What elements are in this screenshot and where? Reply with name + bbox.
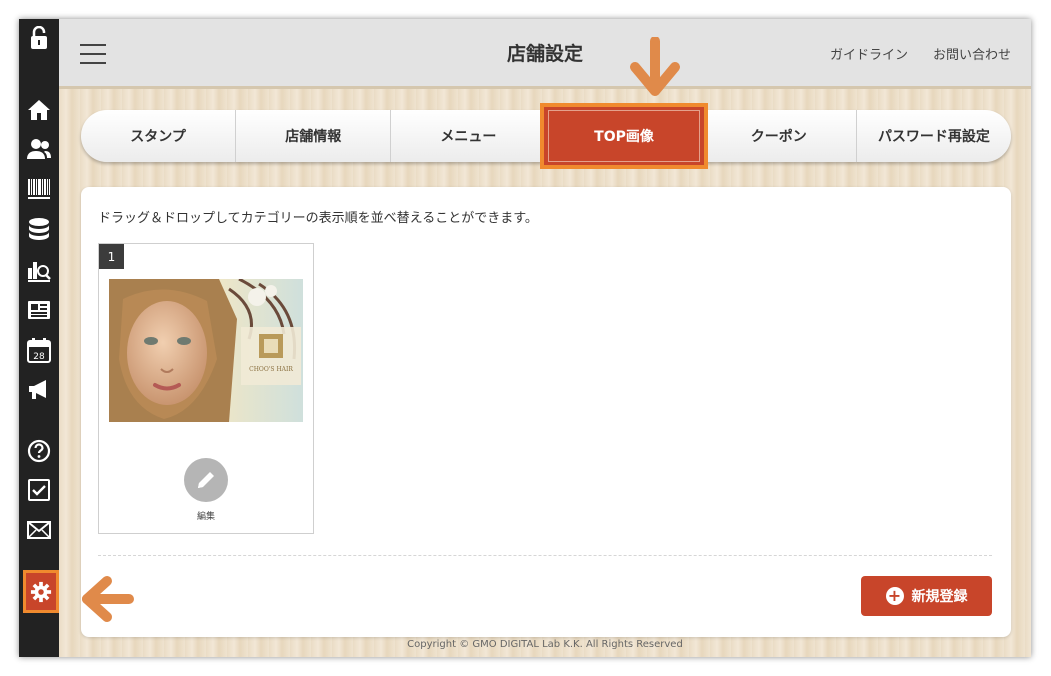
arrow-left-icon xyxy=(82,576,134,622)
tab-store-info[interactable]: 店舗情報 xyxy=(236,110,392,162)
users-icon[interactable] xyxy=(25,135,53,163)
sidebar: 28 xyxy=(19,19,59,657)
tab-stamp[interactable]: スタンプ xyxy=(81,110,237,162)
arrow-down-icon xyxy=(630,37,680,96)
megaphone-icon[interactable] xyxy=(25,376,53,404)
main-area: 店舗設定 ガイドライン お問い合わせ スタンプ 店舗情報 メニュー クーポン パ… xyxy=(59,19,1031,657)
settings-button[interactable] xyxy=(23,570,59,613)
calendar-icon[interactable]: 28 xyxy=(25,336,53,364)
plus-icon: + xyxy=(885,587,904,605)
pencil-icon xyxy=(198,472,214,488)
help-icon[interactable] xyxy=(25,437,53,465)
tab-coupon[interactable]: クーポン xyxy=(702,110,857,162)
copyright: Copyright © GMO DIGITAL Lab K.K. All Rig… xyxy=(407,639,683,650)
tab-top-image-highlight: TOP画像 xyxy=(540,103,708,169)
edit-button[interactable] xyxy=(184,458,228,502)
barcode-icon[interactable] xyxy=(25,175,53,203)
contact-link[interactable]: お問い合わせ xyxy=(933,44,1011,63)
app-window: 28 店舗設定 ガイドライン お問い合わせ スタンプ 店舗情報 メニュー クーポ… xyxy=(19,19,1031,657)
salon-logo-text: CHOO'S HAIR xyxy=(249,366,293,373)
tab-top-image[interactable]: TOP画像 xyxy=(548,110,700,162)
home-icon[interactable] xyxy=(25,96,53,124)
divider xyxy=(98,555,992,556)
new-registration-label: 新規登録 xyxy=(911,589,968,605)
database-icon[interactable] xyxy=(25,215,53,243)
header: 店舗設定 ガイドライン お問い合わせ xyxy=(59,19,1031,89)
tab-password-reset[interactable]: パスワード再設定 xyxy=(857,110,1011,162)
content-panel: ドラッグ＆ドロップしてカテゴリーの表示順を並べ替えることができます。 1 CHO… xyxy=(81,187,1011,637)
new-registration-button[interactable]: + 新規登録 xyxy=(861,576,992,616)
unlock-icon[interactable] xyxy=(25,24,53,52)
checkbox-icon[interactable] xyxy=(25,476,53,504)
mail-icon[interactable] xyxy=(25,516,53,544)
analytics-icon[interactable] xyxy=(25,256,53,284)
calendar-day: 28 xyxy=(33,352,45,362)
news-icon[interactable] xyxy=(25,296,53,324)
edit-label: 編集 xyxy=(196,512,215,522)
gear-icon xyxy=(30,581,52,602)
instruction-text: ドラッグ＆ドロップしてカテゴリーの表示順を並べ替えることができます。 xyxy=(98,211,538,226)
image-card[interactable]: 1 CHOO'S HAIR 編集 xyxy=(98,243,314,534)
guideline-link[interactable]: ガイドライン xyxy=(830,44,908,63)
tab-menu[interactable]: メニュー xyxy=(391,110,547,162)
top-image-thumbnail: CHOO'S HAIR xyxy=(109,279,303,422)
card-number-badge: 1 xyxy=(99,244,124,269)
